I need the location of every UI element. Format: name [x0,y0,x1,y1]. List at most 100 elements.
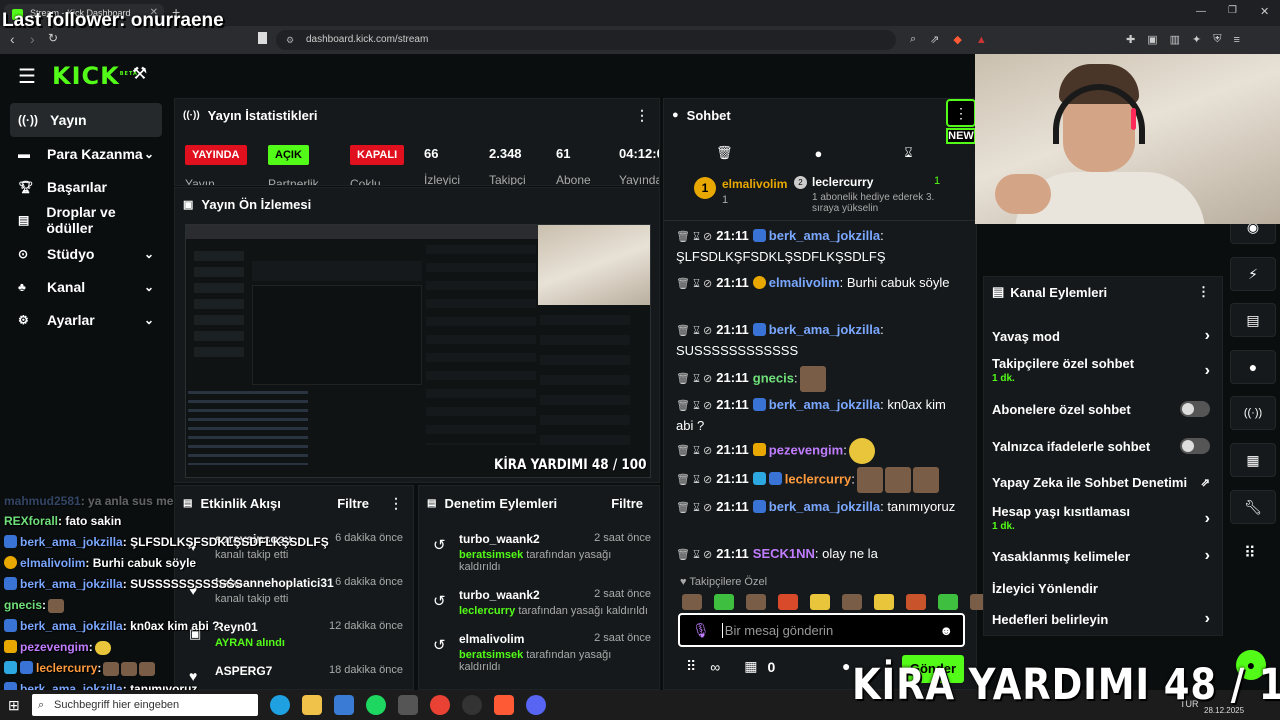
brave-icon[interactable] [494,695,514,715]
chat-username[interactable]: SECK1NN [753,546,815,561]
chat-username[interactable]: berk_ama_jokzilla [769,397,880,412]
infinity-icon[interactable]: ∞ [710,659,720,675]
chrome-icon[interactable] [430,695,450,715]
brave-rewards-icon[interactable]: ▲ [976,34,987,46]
emote-icon[interactable] [906,594,926,610]
filter-button[interactable]: Filtre [611,496,643,511]
tool-button-broadcast[interactable]: ((·)) [1230,396,1276,430]
brave-shield-icon[interactable]: ◆ [953,33,961,46]
action-redirect-viewers[interactable]: İzleyici Yönlendir [984,571,1222,605]
tool-button-notes[interactable]: ▤ [1230,303,1276,337]
delete-icon[interactable]: 🗑︎ ⌛︎ ⊘ [676,400,712,412]
calculator-icon[interactable] [398,695,418,715]
more-options-icon[interactable]: ⋮ [389,495,403,512]
action-subscribers-only[interactable]: Abonelere özel sohbet [984,392,1222,426]
taskbar-search[interactable]: ⌕ Suchbegriff hier eingeben [32,694,258,716]
hamburger-menu-icon[interactable]: ☰ [18,64,36,89]
tool-button-flash[interactable]: ⚡︎ [1230,257,1276,291]
share-icon[interactable]: ⠿ [686,658,696,675]
chat-more-options-icon[interactable]: ⋮ [946,99,976,127]
emote-icon[interactable] [778,594,798,610]
moderation-actor[interactable]: beratsimsek [459,549,523,561]
action-banned-words[interactable]: Yasaklanmış kelimeler › [984,539,1222,573]
more-options-icon[interactable]: ⋮ [1197,284,1210,300]
filter-button[interactable]: Filtre [337,496,369,511]
delete-icon[interactable]: 🗑︎ ⌛︎ ⊘ [676,445,712,457]
site-info-icon[interactable]: ⚙ [286,30,294,50]
edge-icon[interactable] [270,695,290,715]
tool-button-chat[interactable]: ● [1230,350,1276,384]
chat-username[interactable]: leclercurry [785,471,852,486]
forward-icon[interactable]: › [30,31,35,47]
toggle-switch[interactable] [1180,401,1210,417]
back-icon[interactable]: ‹ [10,31,15,47]
delete-icon[interactable]: 🗑︎ ⌛︎ ⊘ [676,325,712,337]
chat-username[interactable]: pezevengim [769,442,843,457]
sidebar-item-yayin[interactable]: ((·)) Yayın [10,103,162,137]
sidebar-item-studyo[interactable]: ⊙ Stüdyo ⌄ [10,237,162,271]
delete-icon[interactable]: 🗑︎ ⌛︎ ⊘ [676,549,712,561]
action-followers-only[interactable]: Takipçilere özel sohbet 1 dk. › [984,356,1222,390]
sidebar-item-para-kazanma[interactable]: ▬ Para Kazanma ⌄ [10,137,162,171]
vpn-icon[interactable]: ⛨ [1213,33,1221,46]
chat-input[interactable]: 🎙︎ Bir mesaj gönderin ☻ [678,613,965,647]
hourglass-icon[interactable]: ⌛︎ [904,145,912,161]
steam-icon[interactable] [462,695,482,715]
moderation-actor[interactable]: beratsimsek [459,649,523,661]
chat-username[interactable]: berk_ama_jokzilla [769,322,880,337]
delete-icon[interactable]: 🗑︎ ⌛︎ ⊘ [676,278,712,290]
explorer-icon[interactable] [302,695,322,715]
chat-settings-icon[interactable]: ● [842,658,850,674]
bookmark-icon[interactable] [258,32,267,44]
window-close-icon[interactable]: ✕ [1260,5,1269,18]
chat-bubble-icon[interactable]: ● [815,146,823,161]
action-account-age[interactable]: Hesap yaşı kısıtlaması 1 dk. › [984,504,1222,538]
reload-icon[interactable]: ↻ [48,31,58,45]
share-icon[interactable]: ⠿ [1244,543,1256,563]
chat-username[interactable]: gnecis [753,370,794,385]
share-icon[interactable]: ⇗ [930,33,939,46]
menu-icon[interactable]: ≡ [1234,34,1240,46]
emote-icon[interactable] [682,594,702,610]
sidebar-item-kanal[interactable]: ♣ Kanal ⌄ [10,270,162,304]
sidebar-icon[interactable]: ▥ [1170,33,1180,46]
discord-icon[interactable] [526,695,546,715]
trash-icon[interactable]: 🗑︎ [716,145,733,161]
moderation-actor[interactable]: leclercurry [459,605,515,617]
sidebar-item-basarilar[interactable]: 🏆︎ Başarılar [10,170,162,204]
chat-username[interactable]: berk_ama_jokzilla [769,228,880,243]
emote-icon[interactable] [842,594,862,610]
more-options-icon[interactable]: ⋮ [635,107,649,124]
emote-icon[interactable] [714,594,734,610]
emote-icon[interactable] [810,594,830,610]
delete-icon[interactable]: 🗑︎ ⌛︎ ⊘ [676,502,712,514]
emote-icon[interactable] [938,594,958,610]
toggle-switch[interactable] [1180,438,1210,454]
leader-user[interactable]: elmalivolim [722,177,787,191]
action-set-goals[interactable]: Hedefleri belirleyin › [984,602,1222,636]
delete-icon[interactable]: 🗑︎ ⌛︎ ⊘ [676,474,712,486]
tool-button-layout[interactable]: ▦ [1230,443,1276,477]
tool-button-wrench[interactable]: 🔧︎ [1230,490,1276,524]
emoji-icon[interactable]: ☻ [939,623,953,638]
chat-username[interactable]: berk_ama_jokzilla [769,499,880,514]
store-icon[interactable]: ▦ [744,658,757,675]
windows-start-icon[interactable]: ⊞ [8,697,20,714]
store-icon[interactable] [334,695,354,715]
extensions-icon[interactable]: ✚ [1126,33,1135,46]
wallet-icon[interactable]: ▣ [1147,33,1157,46]
stream-preview-video[interactable]: KİRA YARDIMI 48 / 100 [185,224,651,478]
leo-icon[interactable]: ✦ [1192,33,1201,46]
sidebar-item-ayarlar[interactable]: ⚙ Ayarlar ⌄ [10,303,162,337]
zoom-icon[interactable]: ⌕ [910,33,916,46]
sidebar-item-droplar[interactable]: ▤ Droplar ve ödüller [10,203,162,237]
chat-username[interactable]: elmalivolim [769,275,840,290]
maximize-icon[interactable]: ❐ [1228,5,1237,16]
spotify-icon[interactable] [366,695,386,715]
microphone-icon[interactable]: 🎙︎ [692,622,710,639]
action-ai-moderation[interactable]: Yapay Zeka ile Sohbet Denetimi ⇗ [984,465,1222,499]
kick-logo[interactable]: KICKBETA [52,62,138,90]
action-emotes-only[interactable]: Yalnızca ifadelerle sohbet [984,429,1222,463]
emote-icon[interactable] [746,594,766,610]
gift-user[interactable]: leclercurry [812,175,873,189]
